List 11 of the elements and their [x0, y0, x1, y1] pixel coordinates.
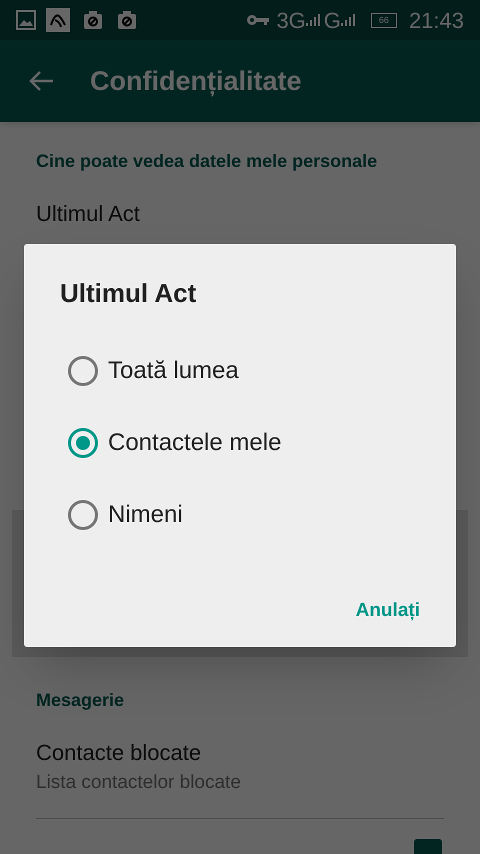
option-label[interactable]: Toată lumea	[108, 353, 239, 389]
network-type: G	[324, 6, 341, 34]
dialog-title: Ultimul Act	[60, 277, 198, 310]
section-header: Mesagerie	[36, 689, 126, 712]
option-label[interactable]: Contactele mele	[108, 425, 282, 461]
option-label[interactable]: Nimeni	[108, 497, 183, 533]
clock: 21:43	[408, 6, 464, 34]
network-type: 3G	[276, 6, 306, 34]
toolbar-title: Confidențialitate	[90, 64, 302, 98]
section-header: Cine poate vedea datele mele personale	[36, 150, 378, 173]
battery-level: 66	[370, 12, 397, 28]
